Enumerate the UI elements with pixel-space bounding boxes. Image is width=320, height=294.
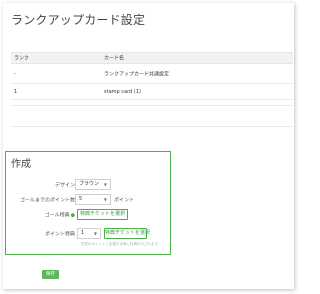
goal-reward-row: ゴール特典● 特典チケットを選択: [6, 209, 172, 220]
goal-points-label: ゴールまでのポイント数: [19, 197, 75, 203]
goal-reward-label: ゴール特典●: [44, 212, 75, 218]
page-title: ランクアップカード設定: [11, 13, 146, 27]
divider: [11, 105, 293, 106]
chevron-down-icon: ▼: [103, 197, 107, 202]
design-row: デザイン ブラウン ▼: [6, 179, 172, 190]
header-rank: ランク: [14, 55, 30, 62]
design-select[interactable]: ブラウン ▼: [75, 179, 111, 190]
point-reward-select-button[interactable]: 特典チケットを選択: [104, 228, 150, 239]
goal-points-select[interactable]: 5 ▼: [75, 194, 111, 205]
row-rank: -: [14, 70, 16, 77]
required-dot-icon: ●: [70, 212, 75, 218]
point-reward-row: ポイント特典 1 ▼ 特典チケットを選択: [6, 228, 172, 239]
point-reward-value: 1: [81, 230, 85, 236]
row-rank: 1: [14, 88, 18, 95]
design-value: ブラウン: [79, 181, 100, 187]
table-row[interactable]: 1 stamp card (1): [11, 84, 293, 100]
goal-reward-select-button[interactable]: 特典チケットを選択: [77, 209, 128, 220]
row-card-name[interactable]: ランクアップカード共通設定: [104, 70, 169, 77]
table-row[interactable]: - ランクアップカード共通設定: [11, 64, 293, 84]
point-reward-select[interactable]: 1 ▼: [77, 228, 101, 239]
chevron-down-icon: ▼: [93, 231, 97, 236]
save-button[interactable]: 保存: [42, 270, 59, 279]
create-panel: 作成 デザイン ブラウン ▼ ゴールまでのポイント数 5 ▼ ポイント ゴール特…: [5, 151, 171, 255]
create-title: 作成: [11, 159, 31, 170]
table-header: ランク カード名: [11, 52, 293, 64]
goal-points-row: ゴールまでのポイント数 5 ▼ ポイント: [6, 194, 172, 205]
row-card-name[interactable]: stamp card (1): [104, 89, 141, 95]
goal-points-value: 5: [79, 196, 83, 202]
header-card-name: カード名: [104, 55, 125, 62]
design-label: デザイン: [54, 182, 75, 188]
rank-table: ランク カード名 - ランクアップカード共通設定 1 stamp card (1…: [11, 52, 293, 100]
help-text: 任意のポイントに到達する毎に特典付与されます。: [81, 242, 162, 246]
goal-points-unit: ポイント: [114, 197, 135, 203]
point-reward-label: ポイント特典: [44, 231, 75, 237]
divider: [11, 126, 293, 127]
chevron-down-icon: ▼: [103, 182, 107, 187]
